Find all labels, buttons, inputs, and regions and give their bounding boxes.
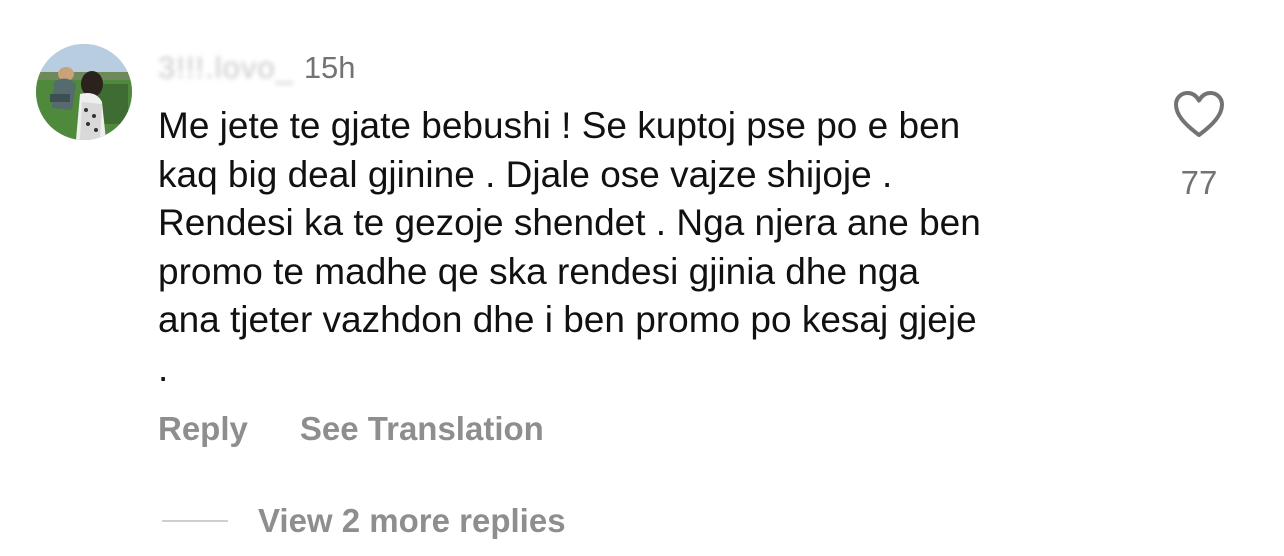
avatar[interactable] (36, 44, 132, 140)
comment-actions: Reply See Translation (158, 410, 544, 448)
heart-outline-icon[interactable] (1173, 90, 1225, 138)
comment-line: promo te madhe qe ska rendesi gjinia dhe… (158, 250, 920, 292)
replies-divider (162, 520, 228, 522)
comment-line: Rendesi ka te gezoje shendet . Nga njera… (158, 202, 981, 243)
comment-text: Me jete te gjate bebushi ! Se kuptoj pse… (158, 102, 1148, 393)
like-count: 77 (1180, 164, 1218, 201)
comment-line: . (158, 347, 169, 389)
comment-line: kaq big deal gjinine . Djale ose vajze s… (158, 153, 893, 195)
see-translation-button[interactable]: See Translation (300, 410, 544, 448)
view-more-replies-button[interactable]: View 2 more replies (162, 502, 566, 540)
timestamp: 15h (303, 50, 356, 85)
comment-line: Me jete te gjate bebushi ! Se kuptoj pse… (158, 105, 961, 146)
comment-line: ana tjeter vazhdon dhe i ben promo po ke… (158, 299, 977, 340)
view-more-replies-label: View 2 more replies (258, 502, 566, 539)
reply-button[interactable]: Reply (158, 410, 248, 448)
comment-header: 3!!!.lovo_ 15h (158, 46, 356, 90)
like-area: 77 (1166, 90, 1232, 202)
username[interactable]: 3!!!.lovo_ (158, 50, 294, 86)
